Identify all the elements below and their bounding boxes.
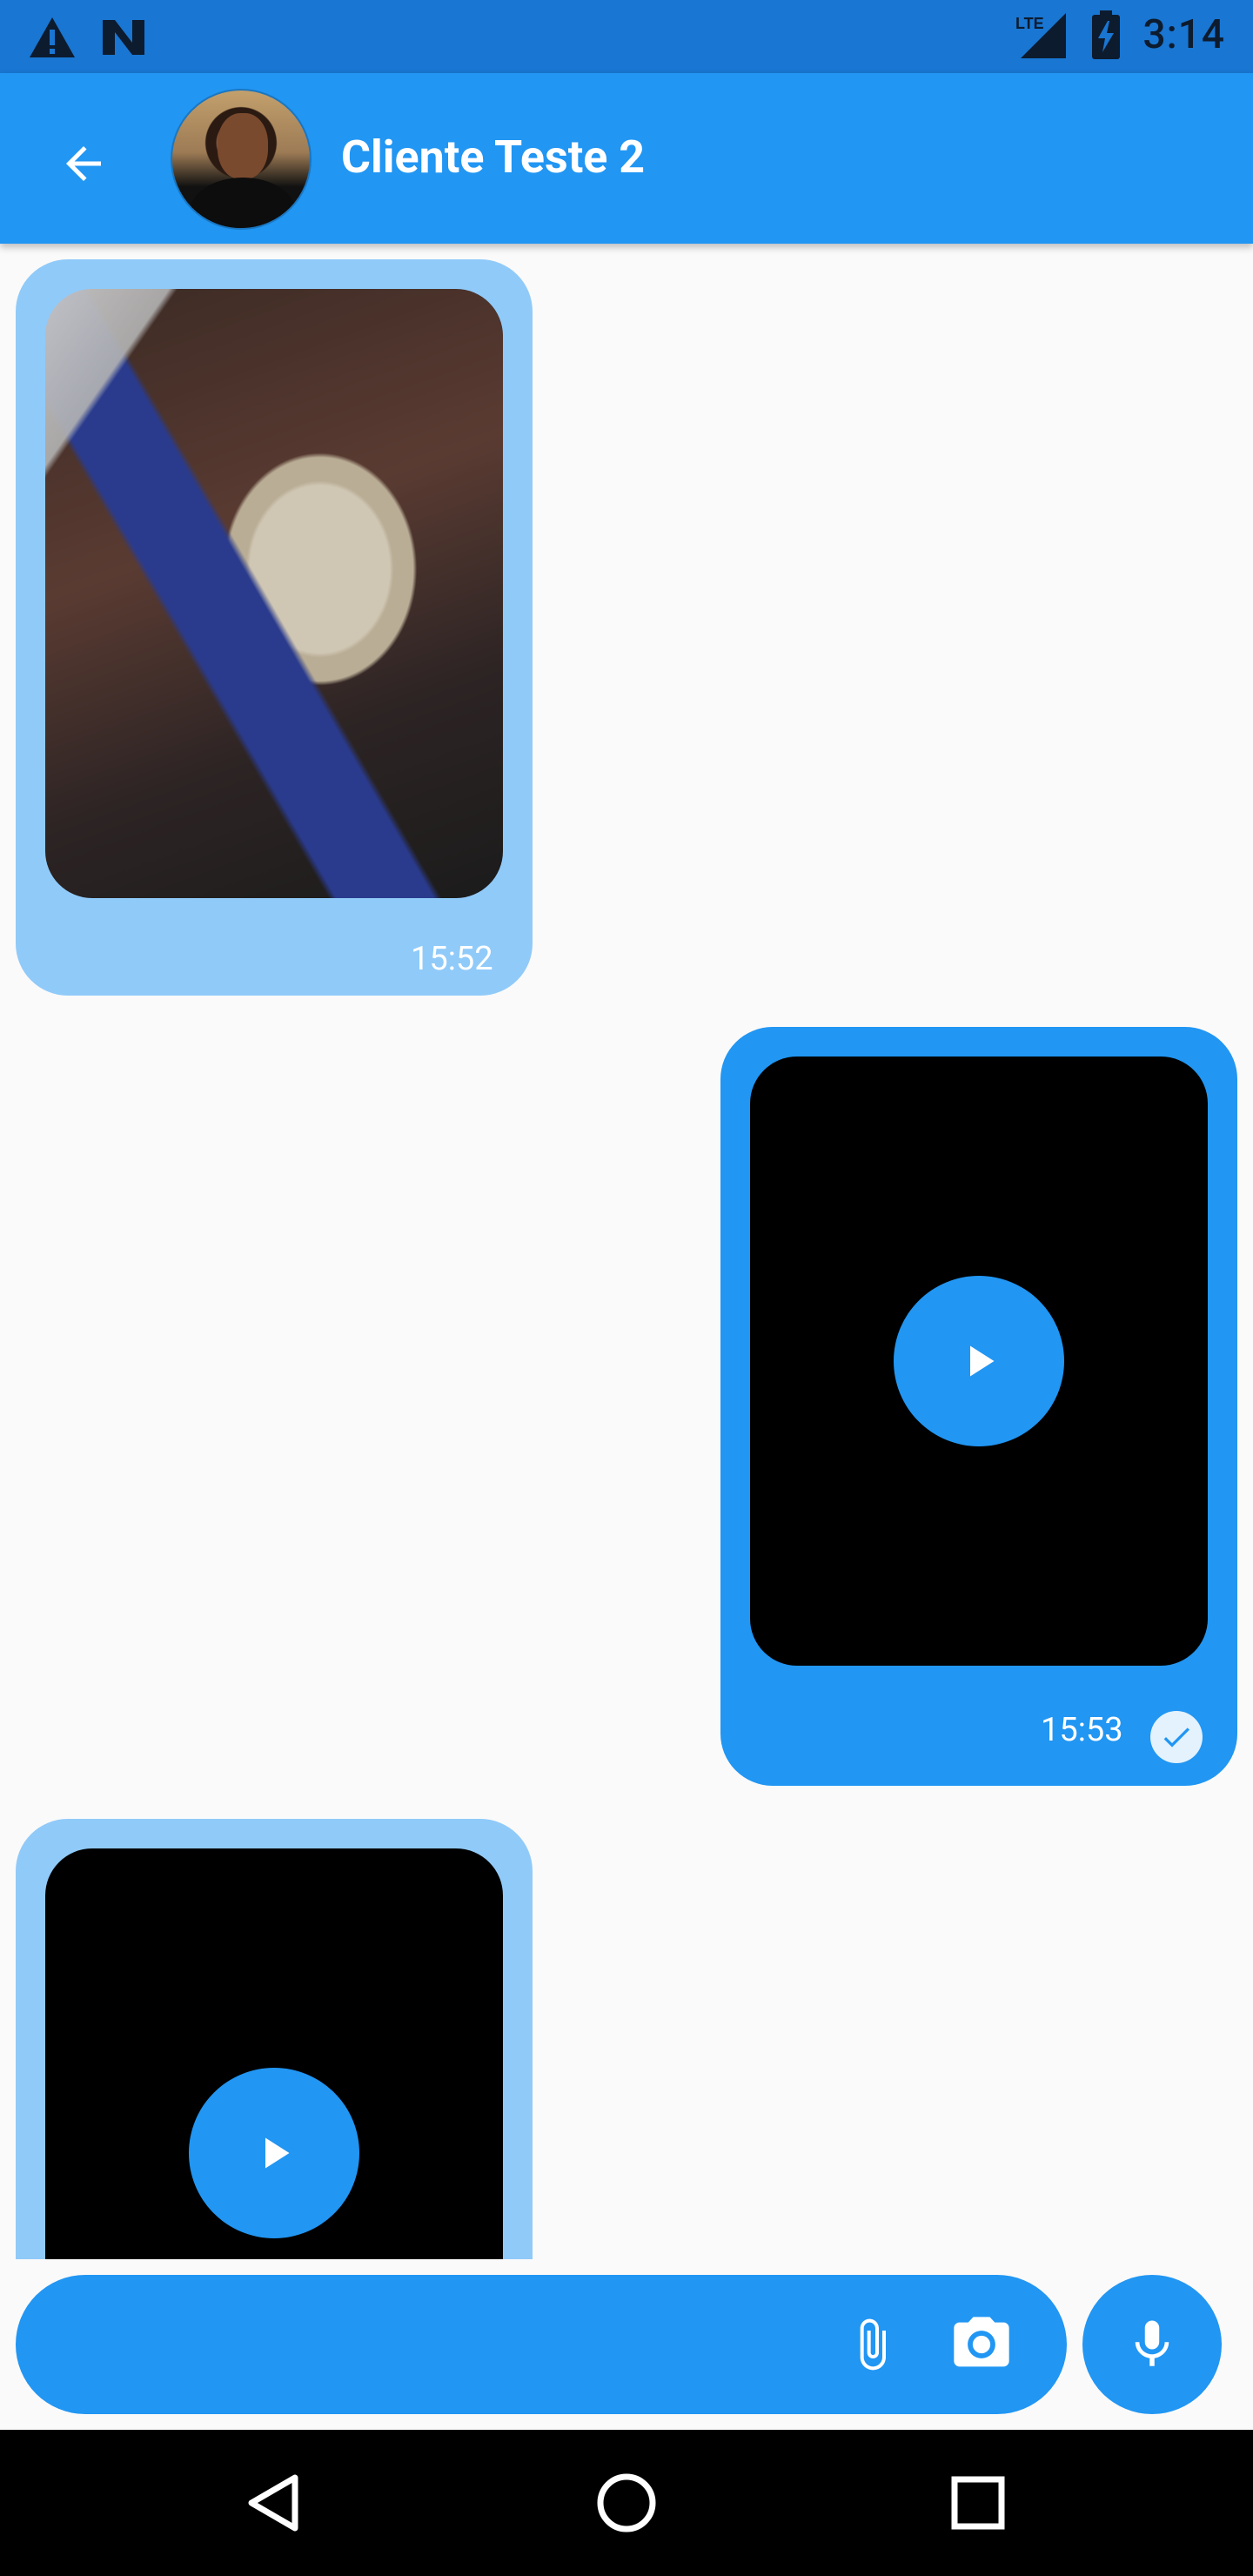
app-bar: Cliente Teste 2 (0, 73, 1253, 244)
paperclip-icon (860, 2318, 886, 2371)
play-button[interactable] (894, 1276, 1064, 1446)
warning-icon (30, 17, 75, 57)
microphone-button[interactable] (1082, 2275, 1222, 2414)
attach-button[interactable] (835, 2308, 908, 2381)
message-list[interactable]: 15:52 15:53 (0, 244, 1253, 2259)
message-bubble-received[interactable] (16, 1819, 533, 2259)
message-image[interactable] (45, 289, 503, 898)
battery-charging-icon (1092, 10, 1121, 59)
arrow-back-icon (66, 146, 101, 181)
play-icon (265, 2137, 290, 2169)
status-bar: LTE 3:14 (0, 0, 1253, 73)
play-icon (970, 1345, 995, 1377)
camera-button[interactable] (938, 2308, 1025, 2381)
nav-back-button[interactable] (231, 2459, 318, 2546)
message-input-bar[interactable] (16, 2275, 1067, 2414)
play-button[interactable] (189, 2068, 359, 2238)
back-button[interactable] (49, 129, 118, 198)
message-video[interactable] (750, 1057, 1208, 1666)
svg-text:LTE: LTE (1015, 15, 1044, 32)
microphone-icon (1135, 2320, 1169, 2366)
status-time: 3:14 (1142, 11, 1225, 58)
message-bubble-received[interactable]: 15:52 (16, 259, 533, 996)
signal-icon: LTE (1015, 13, 1067, 58)
recents-square-icon (951, 2476, 1005, 2530)
message-time: 15:53 (1041, 1711, 1123, 1749)
nav-home-button[interactable] (583, 2459, 670, 2546)
message-bubble-sent[interactable]: 15:53 (720, 1027, 1237, 1786)
system-navigation-bar (0, 2430, 1253, 2576)
message-time: 15:52 (411, 940, 493, 978)
check-circle-icon (1150, 1711, 1203, 1763)
message-video[interactable] (45, 1848, 503, 2259)
nav-recents-button[interactable] (935, 2459, 1022, 2546)
n-notification-icon (103, 20, 144, 55)
contact-avatar[interactable] (171, 89, 312, 230)
back-triangle-icon (248, 2474, 298, 2532)
contact-name[interactable]: Cliente Teste 2 (341, 131, 645, 184)
camera-icon (954, 2317, 1009, 2367)
home-circle-icon (597, 2473, 656, 2532)
